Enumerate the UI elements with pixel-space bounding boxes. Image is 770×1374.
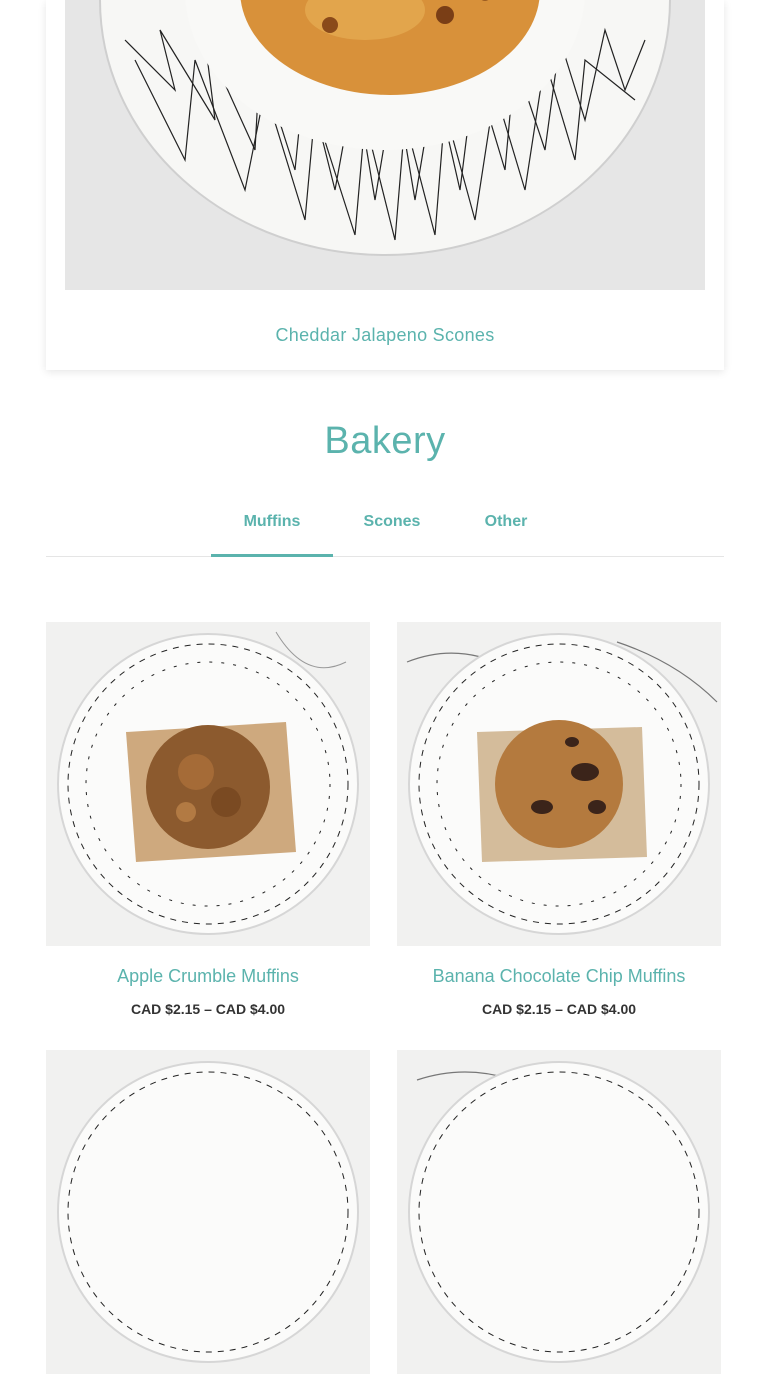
- tab-scones[interactable]: Scones: [346, 500, 438, 556]
- product-image[interactable]: [46, 1050, 370, 1374]
- product-card[interactable]: [46, 1050, 370, 1374]
- tab-other[interactable]: Other: [466, 500, 546, 556]
- product-price: CAD $2.15 – CAD $4.00: [130, 1001, 286, 1017]
- product-card[interactable]: [397, 1050, 721, 1374]
- tab-muffins[interactable]: Muffins: [211, 500, 333, 557]
- featured-product-image[interactable]: [65, 0, 705, 290]
- featured-product-title[interactable]: Cheddar Jalapeno Scones: [46, 325, 724, 346]
- featured-product-card[interactable]: Cheddar Jalapeno Scones: [46, 0, 724, 370]
- section-title-bakery: Bakery: [324, 420, 446, 462]
- product-card[interactable]: Apple Crumble Muffins CAD $2.15 – CAD $4…: [46, 622, 370, 1017]
- product-image[interactable]: [397, 1050, 721, 1374]
- product-name[interactable]: Apple Crumble Muffins: [46, 966, 370, 987]
- product-price: CAD $2.15 – CAD $4.00: [481, 1001, 637, 1017]
- product-image[interactable]: [46, 622, 370, 946]
- product-image[interactable]: [397, 622, 721, 946]
- product-name[interactable]: Banana Chocolate Chip Muffins: [397, 966, 721, 987]
- product-card[interactable]: Banana Chocolate Chip Muffins CAD $2.15 …: [397, 622, 721, 1017]
- bakery-tabs: Muffins Scones Other: [46, 500, 724, 557]
